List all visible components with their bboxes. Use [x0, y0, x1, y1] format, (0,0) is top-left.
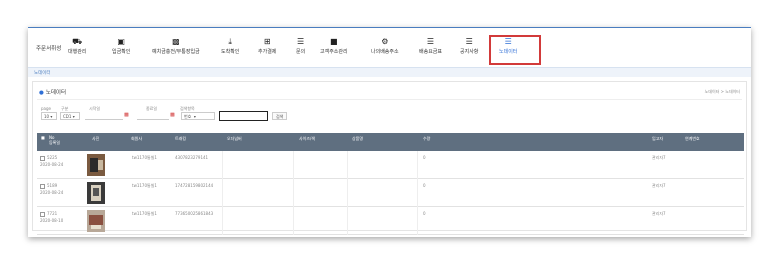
- order-create-link[interactable]: 주문서취성: [36, 44, 61, 52]
- plus-square-icon: ⊞: [263, 37, 271, 46]
- column-divider: [222, 179, 223, 207]
- page-title-text: 노데이터: [45, 90, 67, 96]
- nav-notice[interactable]: ☰ 공지사항: [460, 37, 478, 55]
- row-date: 2020-08-10: [40, 218, 64, 223]
- nav-shipping-rates[interactable]: ☰ 배송요금표: [419, 37, 442, 55]
- page-size-select[interactable]: 10 ▾: [41, 112, 57, 120]
- header-tracking: 트래킹: [175, 136, 187, 141]
- header-select-all-checkbox[interactable]: ■: [41, 135, 45, 140]
- row-date: 2020-08-24: [40, 190, 64, 195]
- column-divider: [347, 151, 348, 179]
- nav-agency[interactable]: ⛟ 대행관리: [68, 37, 86, 55]
- truck-icon: ⛟: [72, 37, 83, 46]
- row-member: tw1170통빌1: [132, 183, 157, 188]
- row-number: 5189: [47, 183, 58, 188]
- end-date-label: 종료일: [146, 106, 158, 111]
- header-link-number: 연계번호: [685, 136, 700, 141]
- list-icon: ☰: [297, 37, 305, 46]
- nav-arrival-check[interactable]: ⤓ 도착확인: [221, 37, 239, 55]
- highlight-box: [489, 35, 541, 65]
- search-button[interactable]: 검색: [272, 112, 288, 120]
- row-receiver: 관리자7: [652, 155, 666, 160]
- row-checkbox[interactable]: [40, 212, 45, 217]
- end-date-input[interactable]: [137, 119, 169, 120]
- product-photo[interactable]: [87, 154, 105, 176]
- nav-extra-payment[interactable]: ⊞ 추가결제: [258, 37, 276, 55]
- breadcrumb: 노데이터: [28, 67, 751, 77]
- divider: [37, 99, 742, 100]
- money-icon: ▣: [117, 37, 125, 46]
- column-divider: [222, 151, 223, 179]
- nav-customer-address[interactable]: ■ 고객주소관리: [320, 37, 348, 55]
- breadcrumb-right: 노데이터 > 노데이터: [704, 89, 740, 94]
- page-size-label: page: [41, 106, 51, 111]
- breadcrumb-link[interactable]: 노데이터: [34, 70, 51, 76]
- gears-icon: ⚙: [381, 37, 389, 46]
- column-divider: [222, 207, 223, 235]
- table-row[interactable]: 5225 2020-08-24 tw1170통빌1 4307823279141 …: [37, 151, 744, 179]
- app-window: 주문서취성 ⛟ 대행관리 ▣ 입금확인 ▩ 예치금충전/무통장입금 ⤓ 도착확인…: [28, 27, 751, 237]
- row-quantity: 0: [423, 183, 426, 188]
- row-tracking: 174728159802144: [175, 183, 214, 188]
- download-icon: ⤓: [228, 37, 232, 46]
- table-row[interactable]: 7721 2020-08-10 tw1170통빌1 77365002586184…: [37, 207, 744, 235]
- row-number: 7721: [47, 211, 58, 216]
- header-photo: 사진: [92, 136, 100, 141]
- header-size-color: 사이즈/색: [299, 136, 316, 141]
- content-panel: ● 노데이터 노데이터 > 노데이터 page 구분 시작일 종료일 검색항목 1…: [32, 81, 747, 235]
- row-member: tw1170통빌1: [132, 155, 157, 160]
- header-receiver: 입고자: [652, 136, 664, 141]
- row-number: 5225: [47, 155, 58, 160]
- column-divider: [293, 207, 294, 235]
- header-member: 회원사: [131, 136, 143, 141]
- header-quantity: 수량: [423, 136, 431, 141]
- column-divider: [347, 207, 348, 235]
- row-quantity: 0: [423, 155, 426, 160]
- row-checkbox[interactable]: [40, 156, 45, 161]
- nav-inquiry[interactable]: ☰ 문의: [296, 37, 305, 55]
- top-navigation: 주문서취성 ⛟ 대행관리 ▣ 입금확인 ▩ 예치금충전/무통장입금 ⤓ 도착확인…: [28, 27, 751, 67]
- type-select[interactable]: CD1 ▾: [60, 112, 80, 120]
- row-quantity: 0: [423, 211, 426, 216]
- row-checkbox[interactable]: [40, 184, 45, 189]
- column-divider: [417, 151, 418, 179]
- start-date-label: 시작일: [89, 106, 101, 111]
- row-tracking: 773650025861843: [175, 211, 214, 216]
- row-tracking: 4307823279141: [175, 155, 209, 160]
- table-header: ■ No 등록일 사진 회원사 트래킹 오더넘버 사이즈/색 상품명 수량 입고…: [37, 133, 744, 151]
- product-photo[interactable]: [87, 182, 105, 204]
- list-icon: ☰: [465, 37, 473, 46]
- column-divider: [417, 179, 418, 207]
- nav-deposit-check[interactable]: ▣ 입금확인: [112, 37, 130, 55]
- list-icon: ☰: [426, 37, 435, 46]
- nav-deposit-charge[interactable]: ▩ 예치금충전/무통장입금: [152, 37, 200, 55]
- document-icon: ▩: [172, 37, 180, 46]
- title-bullet: ●: [39, 90, 44, 96]
- nav-my-address[interactable]: ⚙ 나의배송주소: [371, 37, 399, 55]
- table-row[interactable]: 5189 2020-08-24 tw1170통빌1 17472815980214…: [37, 179, 744, 207]
- page-title: ● 노데이터: [39, 88, 66, 96]
- column-divider: [293, 179, 294, 207]
- column-divider: [417, 207, 418, 235]
- header-order-number: 오더넘버: [227, 136, 242, 141]
- header-product-name: 상품명: [352, 136, 364, 141]
- column-divider: [293, 151, 294, 179]
- row-receiver: 관리자7: [652, 211, 666, 216]
- row-receiver: 관리자7: [652, 183, 666, 188]
- search-field-select[interactable]: 번호 ▾: [181, 112, 215, 120]
- address-book-icon: ■: [330, 37, 338, 46]
- end-calendar-icon[interactable]: ▩: [170, 112, 175, 120]
- start-calendar-icon[interactable]: ▩: [124, 112, 129, 120]
- start-date-input[interactable]: [85, 119, 123, 120]
- product-photo[interactable]: [87, 210, 105, 232]
- search-input[interactable]: [219, 111, 268, 121]
- row-date: 2020-08-24: [40, 162, 64, 167]
- header-no-date: No 등록일: [49, 135, 61, 145]
- row-member: tw1170통빌1: [132, 211, 157, 216]
- column-divider: [347, 179, 348, 207]
